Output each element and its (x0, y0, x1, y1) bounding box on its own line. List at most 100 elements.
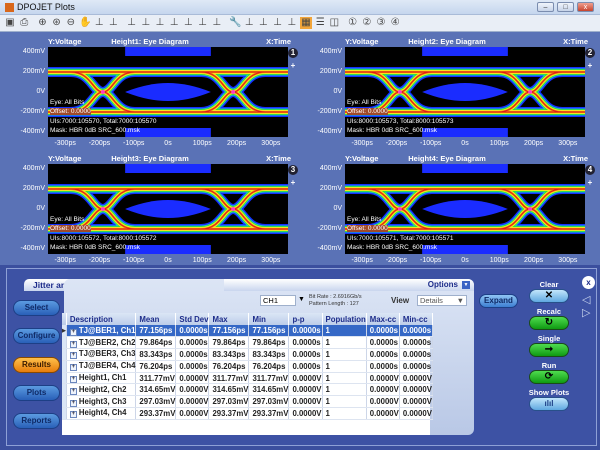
column-header[interactable]: Min (248, 313, 290, 325)
zoom-region-icon[interactable]: ⊥ (93, 17, 105, 29)
nav-plots-button[interactable]: Plots (13, 384, 60, 401)
previous-arrow-icon[interactable]: ◁ (582, 293, 590, 306)
mask-hits-icon[interactable]: ⊥ (182, 17, 194, 29)
column-header[interactable]: Max-cc (366, 313, 400, 325)
column-header[interactable]: Min-cc (399, 313, 433, 325)
table-row[interactable]: + Height2, Ch2 314.65mV 0.0000V 314.65mV 314.… (62, 383, 433, 397)
settings-wrench-icon[interactable]: 🔧 (229, 17, 241, 29)
x-tick-label: -300ps (351, 140, 373, 147)
zoom-region2-icon[interactable]: ⊥ (107, 17, 119, 29)
options-dropdown-icon[interactable]: ▼ (462, 281, 470, 289)
mask-icon[interactable]: ⊥ (154, 17, 166, 29)
column-header[interactable]: Max (208, 313, 250, 325)
table-row[interactable]: ▶ + TJ@BER1, Ch1 77.156ps 0.0000s 77.156ps 77.… (62, 325, 433, 338)
cell-value: 293.37mV (252, 408, 289, 418)
autoscale-icon[interactable]: ⊥ (243, 17, 255, 29)
recalc-button[interactable]: ↻ (529, 316, 569, 330)
table-cell: 1 (322, 383, 367, 397)
print-icon[interactable]: ⎙ (18, 17, 30, 29)
single-button[interactable]: ➞ (529, 343, 569, 357)
show-plots-button[interactable]: ılıl (529, 397, 569, 411)
expand-button[interactable]: Expand (479, 294, 518, 308)
table-cell: 1 (322, 360, 367, 373)
cell-value: 0.0000s (402, 338, 432, 348)
save-icon[interactable]: ▣ (4, 17, 16, 29)
close-window-button[interactable]: x (577, 2, 594, 12)
eye-diagram-canvas[interactable]: Eye: All Bits Offset: 0.0000 UIs:8000:1055… (48, 164, 288, 254)
run-button[interactable]: ⟳ (529, 370, 569, 384)
table-row[interactable]: + Height3, Ch3 297.03mV 0.0000V 297.03mV 297.… (62, 395, 433, 409)
plot2-icon[interactable]: ② (361, 17, 373, 29)
view-select[interactable]: Details ▼ (417, 295, 467, 306)
expand-row-icon[interactable]: + (69, 387, 77, 395)
table-row[interactable]: + TJ@BER3, Ch3 83.343ps 0.0000s 83.343ps 83.3… (62, 348, 433, 361)
nav-select-button[interactable]: Select (13, 300, 60, 316)
expand-row-icon[interactable]: + (69, 340, 77, 348)
table-row[interactable]: + TJ@BER4, Ch4 76.204ps 0.0000s 76.204ps 76.2… (62, 360, 433, 373)
cursor-vertical-icon[interactable]: ⊥ (126, 17, 138, 29)
next-arrow-icon[interactable]: ▷ (582, 306, 590, 319)
layout-stacked-icon[interactable]: ☰ (314, 17, 326, 29)
mask-margin-icon[interactable]: ⊥ (211, 17, 223, 29)
source-select[interactable]: CH1 (260, 295, 296, 306)
zoom-fit-icon[interactable]: ⊛ (51, 17, 63, 29)
table-cell: 311.77mV (208, 372, 250, 385)
expand-row-icon[interactable]: + (69, 376, 77, 384)
maximize-button[interactable]: □ (557, 2, 574, 12)
nav-results-button[interactable]: Results (13, 356, 60, 373)
table-cell: + Height2, Ch2 (66, 383, 137, 397)
mask-edit-icon[interactable]: ⊥ (168, 17, 180, 29)
add-icon[interactable]: + (288, 178, 298, 188)
cell-value: 0.0000V (179, 408, 209, 418)
clear-button[interactable]: ✕ (529, 289, 569, 303)
expand-row-icon[interactable]: + (69, 399, 77, 407)
layout-grid-icon[interactable]: ▦ (300, 17, 312, 29)
options-menu[interactable]: Options (428, 280, 458, 289)
eye-diagram-canvas[interactable]: Eye: All Bits Offset: 0.0000 UIs:8000:1055… (345, 47, 585, 137)
plot-number-badge[interactable]: 2 (585, 48, 595, 58)
plot4-icon[interactable]: ④ (389, 17, 401, 29)
close-panel-button[interactable]: x (582, 276, 595, 289)
pan-hand-icon[interactable]: ✋ (79, 17, 91, 29)
layout-split-icon[interactable]: ◫ (328, 17, 340, 29)
column-header[interactable]: Description (66, 313, 137, 325)
marker-icon[interactable]: ⊥ (257, 17, 269, 29)
add-icon[interactable]: + (585, 178, 595, 188)
minimize-button[interactable]: – (537, 2, 554, 12)
table-row[interactable]: + Height1, Ch1 311.77mV 0.0000V 311.77mV 311.… (62, 372, 433, 385)
plot-number-badge[interactable]: 4 (585, 165, 595, 175)
table-row[interactable]: + TJ@BER2, Ch2 79.864ps 0.0000s 79.864ps 79.8… (62, 336, 433, 350)
x-tick-label: 200ps (524, 140, 544, 147)
mask-hits2-icon[interactable]: ⊥ (197, 17, 209, 29)
expand-row-icon[interactable]: + (69, 364, 77, 372)
expand-row-icon[interactable]: + (69, 328, 77, 336)
plot-number-badge[interactable]: 3 (288, 165, 298, 175)
plot3-icon[interactable]: ③ (375, 17, 387, 29)
add-icon[interactable]: + (585, 61, 595, 71)
table-cell: 0.0000V (175, 383, 210, 397)
bit-rate: Bit Rate : 2.6916Gb/s (309, 294, 362, 300)
expand-row-icon[interactable]: + (69, 411, 77, 419)
column-header[interactable]: Population (322, 313, 367, 325)
plot1-icon[interactable]: ① (347, 17, 359, 29)
add-icon[interactable]: + (288, 61, 298, 71)
table-cell: 0.0000V (399, 407, 433, 420)
source-dropdown-icon[interactable]: ▼ (298, 296, 305, 303)
cell-value: TJ@BER2, Ch2 (78, 337, 136, 347)
eye-diagram-canvas[interactable]: Eye: All Bits Offset: 0.0000 UIs:7000:1055… (345, 164, 585, 254)
column-header[interactable]: Mean (135, 313, 177, 325)
expand-row-icon[interactable]: + (69, 352, 77, 360)
zoom-out-icon[interactable]: ⊖ (65, 17, 77, 29)
cursor-horizontal-icon[interactable]: ⊥ (140, 17, 152, 29)
top-icon[interactable]: ⊥ (286, 17, 298, 29)
eye-diagram-canvas[interactable]: Eye: All Bits Offset: 0.0000 UIs:7000:1055… (48, 47, 288, 137)
nav-reports-button[interactable]: Reports (13, 413, 60, 430)
baseline-icon[interactable]: ⊥ (272, 17, 284, 29)
column-header[interactable]: Std Dev (175, 313, 210, 325)
view-dropdown-icon[interactable]: ▼ (457, 296, 464, 305)
table-row[interactable]: + Height4, Ch4 293.37mV 0.0000V 293.37mV 293.… (62, 407, 433, 420)
column-header[interactable]: p-p (288, 313, 323, 325)
nav-configure-button[interactable]: Configure (13, 328, 60, 345)
plot-number-badge[interactable]: 1 (288, 48, 298, 58)
zoom-in-icon[interactable]: ⊕ (36, 17, 48, 29)
